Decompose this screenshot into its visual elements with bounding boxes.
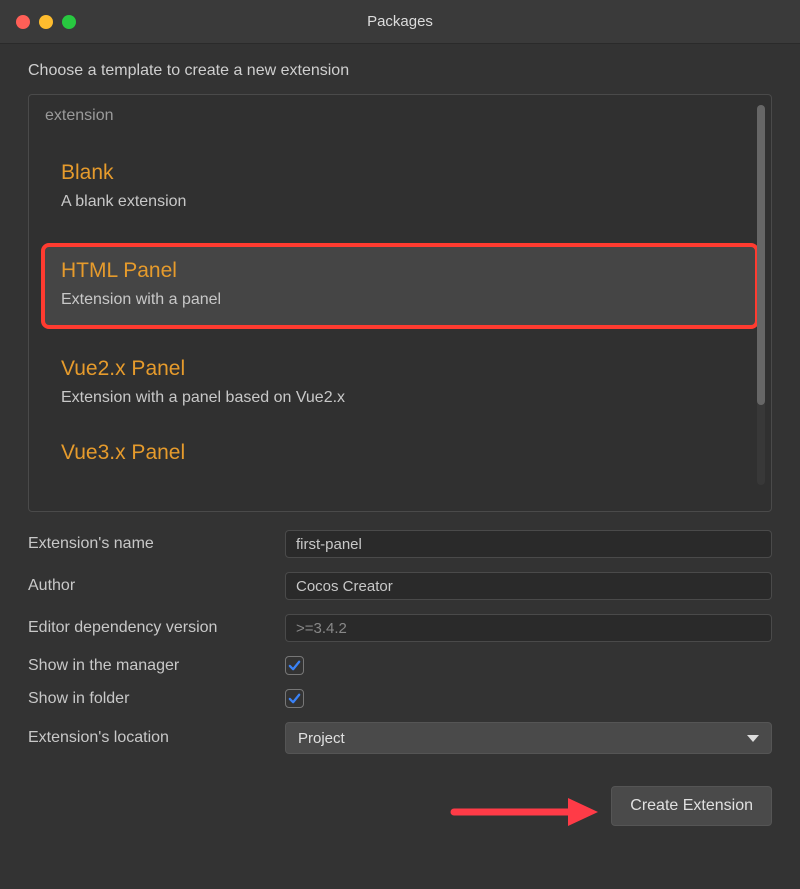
- create-extension-button[interactable]: Create Extension: [611, 786, 772, 826]
- row-show-manager: Show in the manager: [28, 656, 772, 675]
- chevron-down-icon: [747, 735, 759, 742]
- row-location: Extension's location Project: [28, 722, 772, 754]
- content-area: Choose a template to create a new extens…: [0, 44, 800, 754]
- template-item-vue2x-panel[interactable]: Vue2.x Panel Extension with a panel base…: [43, 343, 757, 425]
- close-icon[interactable]: [16, 15, 30, 29]
- template-desc: Extension with a panel based on Vue2.x: [61, 389, 739, 407]
- template-desc: A blank extension: [61, 193, 739, 211]
- form: Extension's name Author Editor dependenc…: [28, 530, 772, 754]
- template-desc: Extension with a panel: [61, 291, 739, 309]
- template-item-blank[interactable]: Blank A blank extension: [43, 147, 757, 229]
- titlebar: Packages: [0, 0, 800, 44]
- prompt-text: Choose a template to create a new extens…: [28, 62, 772, 80]
- template-group-label: extension: [29, 95, 771, 131]
- template-title: Vue2.x Panel: [61, 357, 739, 381]
- label-editor-version: Editor dependency version: [28, 619, 285, 637]
- row-extension-name: Extension's name: [28, 530, 772, 558]
- window-controls: [0, 15, 76, 29]
- row-author: Author: [28, 572, 772, 600]
- template-title: Blank: [61, 161, 739, 185]
- editor-version-input[interactable]: [285, 614, 772, 642]
- minimize-icon[interactable]: [39, 15, 53, 29]
- checkmark-icon: [287, 691, 302, 706]
- arrow-annotation-icon: [450, 792, 600, 832]
- location-selected-value: Project: [298, 730, 345, 747]
- checkmark-icon: [287, 658, 302, 673]
- show-manager-checkbox[interactable]: [285, 656, 304, 675]
- label-extension-name: Extension's name: [28, 535, 285, 553]
- template-item-vue3x-panel[interactable]: Vue3.x Panel: [43, 441, 757, 465]
- show-folder-checkbox[interactable]: [285, 689, 304, 708]
- template-panel: extension Blank A blank extension HTML P…: [28, 94, 772, 512]
- scrollbar[interactable]: [757, 105, 765, 485]
- location-select[interactable]: Project: [285, 722, 772, 754]
- label-location: Extension's location: [28, 729, 285, 747]
- template-item-html-panel[interactable]: HTML Panel Extension with a panel: [43, 245, 757, 327]
- row-show-folder: Show in folder: [28, 689, 772, 708]
- label-show-folder: Show in folder: [28, 690, 285, 708]
- label-show-manager: Show in the manager: [28, 657, 285, 675]
- scrollbar-thumb[interactable]: [757, 105, 765, 405]
- label-author: Author: [28, 577, 285, 595]
- author-input[interactable]: [285, 572, 772, 600]
- window-title: Packages: [0, 13, 800, 30]
- footer: Create Extension: [0, 768, 800, 826]
- row-editor-version: Editor dependency version: [28, 614, 772, 642]
- extension-name-input[interactable]: [285, 530, 772, 558]
- maximize-icon[interactable]: [62, 15, 76, 29]
- template-list: Blank A blank extension HTML Panel Exten…: [29, 131, 771, 465]
- template-title: HTML Panel: [61, 259, 739, 283]
